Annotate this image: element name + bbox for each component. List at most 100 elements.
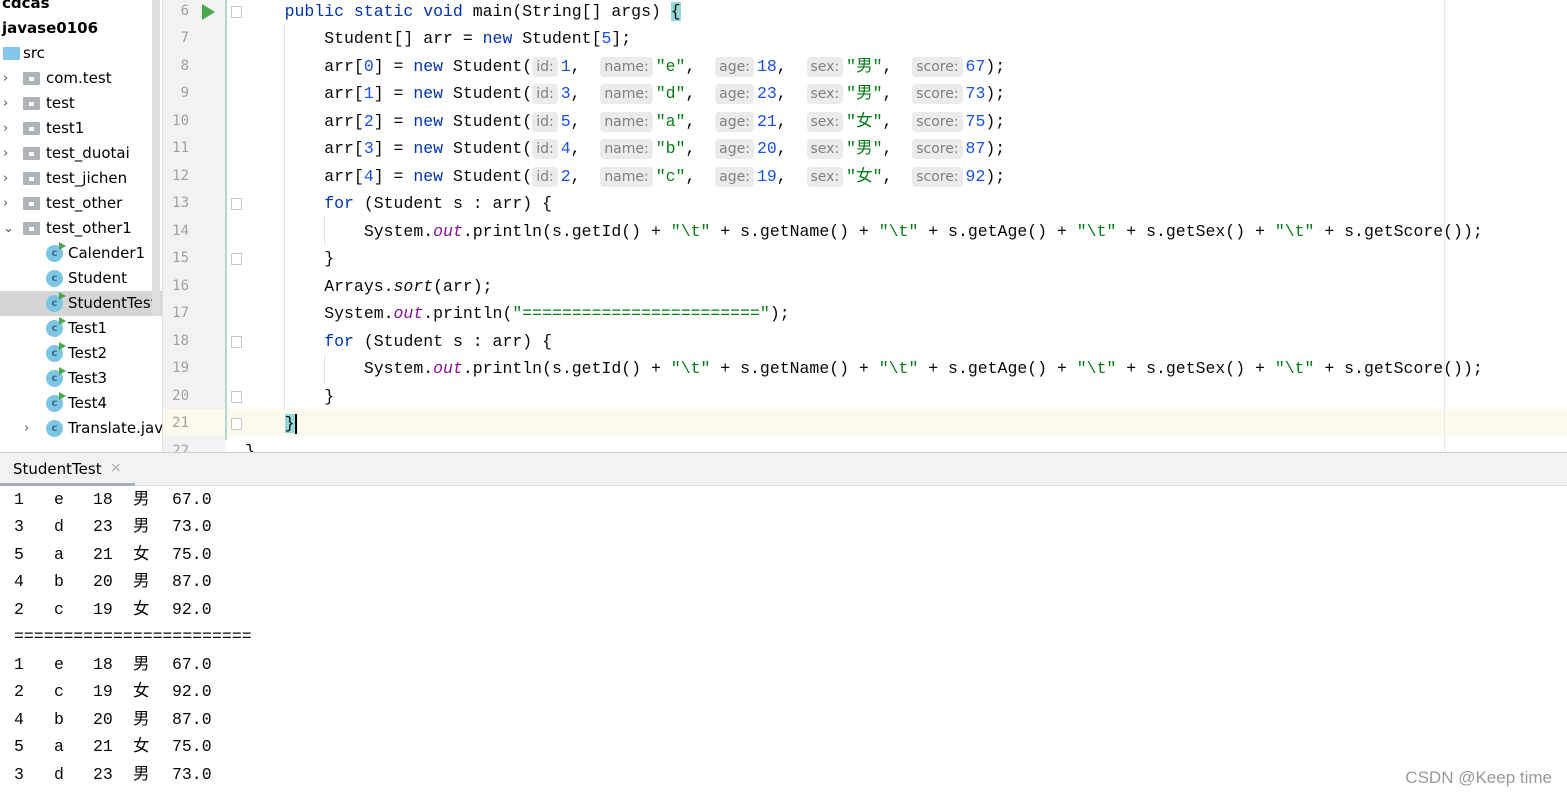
code-token-hint: sex: [806, 166, 844, 187]
console-cell: 20 [93, 572, 113, 591]
sidebar-scrollbar[interactable] [152, 0, 160, 316]
chevron-right-icon[interactable]: › [3, 191, 8, 216]
tree-item[interactable]: c Student [0, 266, 162, 291]
code-token-num: 20 [756, 139, 777, 158]
code-line[interactable]: for (Student s : arr) { [245, 190, 552, 218]
code-line[interactable]: Student[] arr = new Student[5]; [245, 25, 631, 53]
console-line: 4 b 20 男 87.0 [0, 568, 1000, 596]
code-token-plain: ); [985, 84, 1006, 103]
code-token-num: 18 [756, 56, 777, 76]
tree-item[interactable]: c Test3 [0, 366, 162, 391]
fold-marker-icon[interactable] [231, 390, 242, 403]
code-token-hint: name: [600, 166, 653, 187]
chevron-right-icon[interactable]: › [3, 166, 8, 191]
console-cell: c [54, 599, 64, 619]
code-line[interactable]: } [245, 410, 297, 438]
code-token-plain: Arrays. [245, 276, 394, 296]
console-cell: a [54, 737, 64, 756]
tree-item[interactable]: › test_duotai [0, 141, 162, 166]
console-output[interactable]: 1 e 18 男 67.0 3 d 23 男 73.0 5 a 21 女 75.0 4 b 20 男 87.0 2 c 19… [0, 487, 1567, 799]
fold-marker-icon[interactable] [231, 253, 242, 265]
console-cell: ======================== [14, 627, 252, 646]
tree-item[interactable]: c Test2 [0, 341, 162, 366]
console-cell: 18 [93, 654, 113, 674]
line-number: 8 [180, 57, 189, 74]
chevron-right-icon[interactable]: › [3, 66, 8, 91]
tree-item[interactable]: src [0, 41, 162, 66]
tree-item[interactable]: c Calender1 [0, 241, 162, 266]
fold-marker-icon[interactable] [231, 418, 242, 430]
tree-item[interactable]: › test [0, 91, 162, 116]
close-icon[interactable]: × [110, 460, 122, 476]
code-line[interactable]: System.out.println("====================… [245, 300, 789, 328]
console-cell: 女 [133, 599, 150, 619]
code-token-kw: public static void [284, 1, 463, 21]
run-gutter-icon[interactable] [202, 4, 215, 20]
code-token-str: "\t" [1274, 221, 1315, 241]
code-line[interactable]: arr[2] = new Student(id: 5, name: "a", age… [245, 108, 1005, 136]
code-line[interactable]: arr[0] = new Student(id: 1, name: "e", age… [245, 53, 1005, 81]
code-token-num: 21 [756, 111, 777, 131]
fold-marker-icon[interactable] [231, 5, 242, 18]
code-line[interactable]: arr[3] = new Student(id: 4, name: "b", age… [245, 135, 1005, 163]
code-token-num: 0 [363, 56, 374, 76]
code-line[interactable]: for (Student s : arr) { [245, 328, 552, 356]
package-icon [23, 97, 40, 110]
console-cell: 67.0 [172, 489, 212, 509]
code-line[interactable]: System.out.println(s.getId() + "\t" + s.… [245, 355, 1483, 383]
package-icon [23, 122, 40, 135]
package-icon [23, 72, 40, 85]
code-token-str: "\t" [1274, 359, 1315, 378]
code-line[interactable]: } [245, 245, 334, 273]
tree-item[interactable]: javase0106 [0, 16, 162, 41]
java-class-icon: c [46, 292, 66, 312]
code-token-plain: + s.getSex() + [1116, 359, 1275, 378]
code-token-plain: , [776, 56, 807, 76]
tree-item[interactable]: c Test4 [0, 391, 162, 416]
tree-item[interactable]: › test_other [0, 191, 162, 216]
chevron-right-icon[interactable]: › [24, 416, 29, 441]
run-tab-studenttest[interactable]: StudentTest × [0, 453, 135, 486]
console-cell: 92.0 [172, 682, 212, 701]
console-cell: 92.0 [172, 599, 212, 619]
code-token-hint: sex: [806, 84, 844, 104]
tree-item-label: Test2 [68, 344, 108, 362]
code-line[interactable]: Arrays.sort(arr); [245, 273, 492, 301]
code-token-brace: { [670, 1, 681, 21]
code-line[interactable]: arr[4] = new Student(id: 2, name: "c", age… [245, 163, 1005, 191]
tree-item[interactable]: cdcas [0, 0, 162, 16]
tree-item[interactable]: c Test1 [0, 316, 162, 341]
fold-marker-icon[interactable] [231, 198, 242, 210]
code-token-hint: age: [715, 84, 754, 104]
code-line[interactable]: public static void main(String[] args) { [245, 0, 681, 25]
code-token-num: 67 [965, 56, 986, 76]
code-line[interactable]: arr[1] = new Student(id: 3, name: "d", age… [245, 80, 1005, 108]
chevron-right-icon[interactable]: › [3, 141, 8, 166]
code-token-plain: + s.getSex() + [1116, 221, 1275, 241]
code-token-plain: + s.getName() + [710, 359, 879, 378]
tree-item[interactable]: › test_jichen [0, 166, 162, 191]
console-cell: 5 [14, 544, 24, 564]
java-class-icon: c [46, 392, 66, 412]
console-cell: 2 [14, 682, 24, 701]
tree-item[interactable]: c StudentTest [0, 291, 162, 316]
tree-item[interactable]: ⌄ test_other1 [0, 216, 162, 241]
code-token-plain: ] = [373, 84, 414, 103]
code-line[interactable]: } [245, 383, 334, 411]
code-token-hint: score: [912, 56, 963, 77]
code-token-num: 92 [965, 166, 986, 186]
tree-item-label: test [46, 94, 75, 112]
chevron-right-icon[interactable]: › [3, 91, 8, 116]
code-token-plain: arr[ [245, 84, 364, 103]
tree-item[interactable]: › test1 [0, 116, 162, 141]
code-token-plain: arr[ [245, 166, 364, 186]
code-token-plain: , [882, 84, 913, 103]
chevron-right-icon[interactable]: › [3, 116, 8, 141]
code-line[interactable]: System.out.println(s.getId() + "\t" + s.… [245, 218, 1483, 246]
chevron-down-icon[interactable]: ⌄ [3, 216, 14, 241]
tree-item[interactable]: › com.test [0, 66, 162, 91]
code-token-plain: } [245, 249, 335, 268]
code-token-hint: score: [912, 84, 963, 104]
tree-item[interactable]: › c Translate.java [0, 416, 162, 441]
fold-marker-icon[interactable] [231, 335, 242, 348]
